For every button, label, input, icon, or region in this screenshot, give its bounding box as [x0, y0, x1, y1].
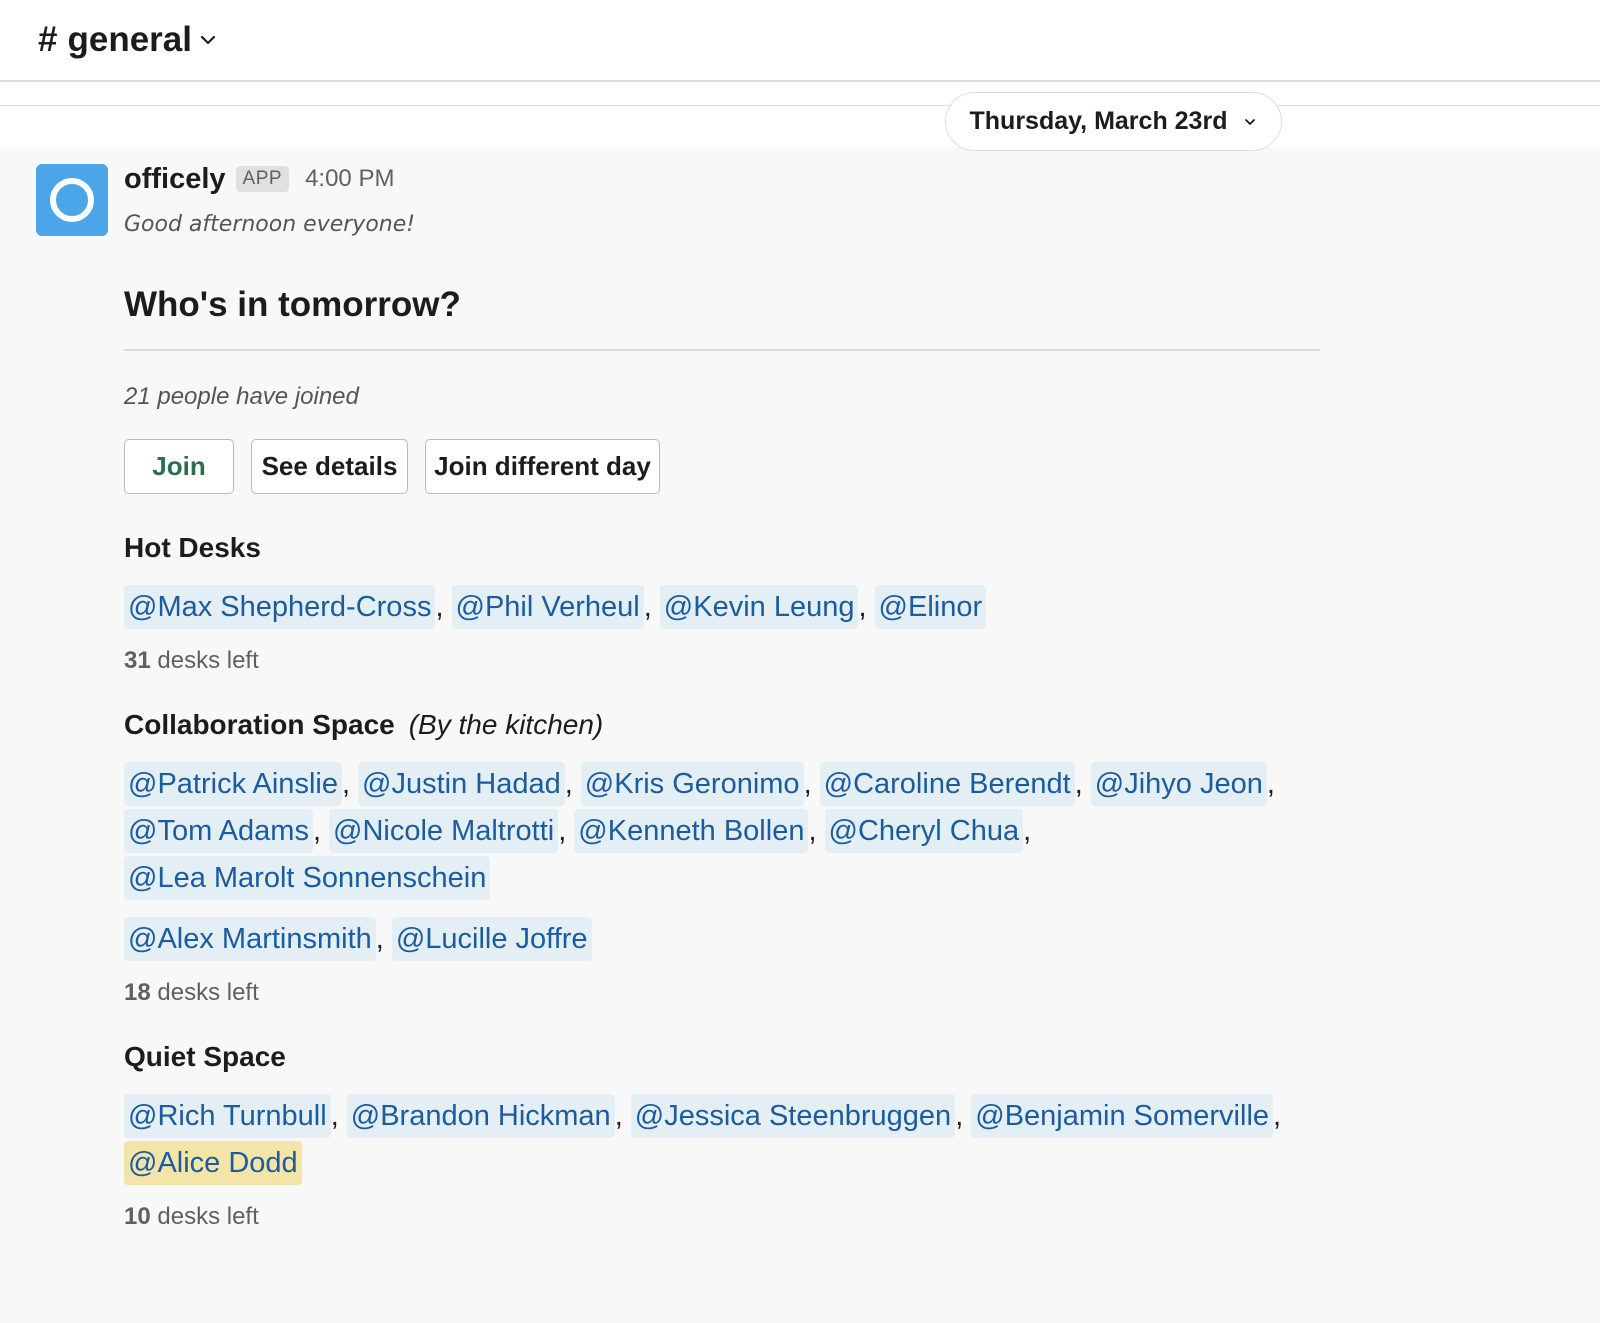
channel-header: # general — [0, 0, 1600, 82]
message-header: officely APP 4:00 PM — [124, 158, 1324, 200]
desks-count: 18 — [124, 979, 151, 1006]
section-note: (By the kitchen) — [408, 709, 604, 740]
section-title-collaboration: Collaboration Space (By the kitchen) — [124, 709, 1324, 741]
date-label: Thursday, March 23rd — [969, 107, 1228, 135]
user-mention[interactable]: @Nicole Maltrotti — [329, 809, 559, 853]
desks-suffix: desks left — [157, 979, 259, 1006]
user-mention[interactable]: @Elinor — [874, 585, 987, 629]
user-mention[interactable]: @Alex Martinsmith — [124, 917, 376, 961]
sender-name[interactable]: officely — [124, 163, 226, 196]
message-timestamp[interactable]: 4:00 PM — [305, 165, 394, 193]
user-mention[interactable]: @Benjamin Somerville — [971, 1094, 1274, 1138]
section-title-text: Collaboration Space — [124, 709, 395, 740]
user-mention[interactable]: @Jessica Steenbruggen — [630, 1094, 956, 1138]
user-mention[interactable]: @Kris Geronimo — [580, 762, 804, 806]
user-mention[interactable]: @Brandon Hickman — [346, 1094, 615, 1138]
hash-icon: # — [38, 20, 58, 59]
user-mention[interactable]: @Justin Hadad — [358, 762, 565, 806]
user-mention[interactable]: @Patrick Ainslie — [124, 762, 342, 806]
user-mention[interactable]: @Caroline Berendt — [819, 762, 1075, 806]
mention-list-hot-desks: @Max Shepherd-Cross, @Phil Verheul, @Kevin… — [124, 584, 1324, 631]
user-mention[interactable]: @Phil Verheul — [451, 585, 644, 629]
avatar[interactable] — [36, 164, 108, 236]
section-title-hot-desks: Hot Desks — [124, 532, 261, 563]
poll-actions: Join See details Join different day — [124, 439, 1324, 494]
app-badge: APP — [235, 166, 290, 192]
channel-name-button[interactable]: # general — [38, 20, 218, 60]
user-mention[interactable]: @Jihyo Jeon — [1090, 762, 1267, 806]
user-mention[interactable]: @Tom Adams — [124, 809, 313, 853]
user-mention[interactable]: @Cheryl Chua — [824, 809, 1024, 853]
desks-left-hot-desks: 31 desks left — [124, 647, 1324, 675]
join-different-day-button[interactable]: Join different day — [425, 439, 660, 494]
poll-divider — [124, 349, 1320, 351]
joined-count: 21 people have joined — [124, 383, 359, 410]
date-divider-line — [0, 105, 1600, 106]
desks-suffix: desks left — [157, 1203, 259, 1230]
user-mention[interactable]: @Kenneth Bollen — [574, 809, 809, 853]
desks-count: 31 — [124, 647, 151, 674]
date-jump-button[interactable]: Thursday, March 23rd — [945, 92, 1282, 151]
chevron-down-icon — [200, 35, 216, 45]
user-mention[interactable]: @Kevin Leung — [659, 585, 859, 629]
section-title-quiet: Quiet Space — [124, 1041, 286, 1072]
desks-suffix: desks left — [157, 647, 259, 674]
mention-list-collaboration-extra: @Alex Martinsmith, @Lucille Joffre — [124, 916, 1324, 963]
see-details-button[interactable]: See details — [251, 439, 408, 494]
poll-title: Who's in tomorrow? — [124, 285, 461, 324]
join-button[interactable]: Join — [124, 439, 234, 494]
user-mention[interactable]: @Max Shepherd-Cross — [124, 585, 436, 629]
chevron-down-icon — [1245, 118, 1256, 125]
greeting-text: Good afternoon everyone! — [124, 212, 416, 237]
channel-name: general — [67, 20, 192, 59]
message: officely APP 4:00 PM Good afternoon ever… — [124, 158, 1324, 1231]
desks-left-collaboration: 18 desks left — [124, 979, 1324, 1007]
desks-count: 10 — [124, 1203, 151, 1230]
mention-list-quiet: @Rich Turnbull, @Brandon Hickman, @Jessica… — [124, 1093, 1324, 1187]
user-mention[interactable]: @Lucille Joffre — [391, 917, 592, 961]
desks-left-quiet: 10 desks left — [124, 1203, 1324, 1231]
officely-logo-icon — [50, 178, 94, 222]
mention-list-collaboration: @Patrick Ainslie, @Justin Hadad, @Kris Ger… — [124, 761, 1324, 902]
user-mention[interactable]: @Rich Turnbull — [124, 1094, 331, 1138]
self-user-mention[interactable]: @Alice Dodd — [124, 1141, 302, 1185]
user-mention[interactable]: @Lea Marolt Sonnenschein — [124, 856, 491, 900]
